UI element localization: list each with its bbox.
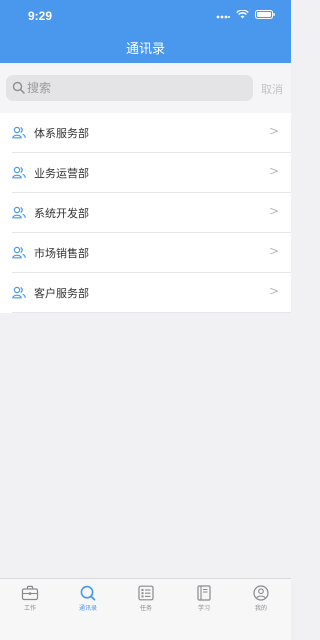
status-bar: 9:29 — [0, 0, 291, 32]
tab-work[interactable]: 工作 — [1, 585, 59, 612]
department-label: 系统开发部 — [34, 207, 89, 220]
cancel-button[interactable]: 取消 — [261, 81, 283, 97]
chevron-right-icon: > — [268, 284, 279, 298]
tab-label: 我的 — [254, 605, 267, 612]
group-icon — [12, 166, 26, 179]
tab-label: 任务 — [139, 605, 152, 612]
group-icon — [12, 126, 26, 139]
signal-icon — [216, 15, 230, 19]
status-icons — [216, 10, 275, 19]
profile-icon — [253, 585, 269, 601]
divider — [12, 312, 291, 313]
tab-contacts[interactable]: 通讯录 — [59, 585, 117, 612]
tab-tasks[interactable]: 任务 — [117, 585, 175, 612]
group-icon — [12, 286, 26, 299]
search-icon — [80, 585, 96, 601]
tab-label: 通讯录 — [78, 605, 97, 612]
chevron-right-icon: > — [268, 244, 279, 258]
department-label: 业务运营部 — [34, 167, 89, 180]
group-icon — [12, 206, 26, 219]
tab-bar: 工作 通讯录 任务 学习 我的 — [0, 578, 291, 640]
list-item-kehu[interactable]: 客户服务部 > — [0, 273, 291, 313]
department-list: 体系服务部 > 业务运营部 > 系统开发部 > 市场销售部 > 客户服务部 > — [0, 113, 291, 313]
search-icon — [12, 81, 25, 94]
search-area: 取消 — [0, 63, 291, 113]
chevron-right-icon: > — [268, 164, 279, 178]
tab-label: 工作 — [23, 605, 36, 612]
book-icon — [197, 585, 211, 601]
list-item-tixi[interactable]: 体系服务部 > — [0, 113, 291, 153]
tab-label: 学习 — [197, 605, 210, 612]
list-item-xitong[interactable]: 系统开发部 > — [0, 193, 291, 233]
group-icon — [12, 246, 26, 259]
tab-profile[interactable]: 我的 — [232, 585, 290, 612]
wifi-icon — [236, 10, 249, 19]
department-label: 客户服务部 — [34, 287, 89, 300]
department-label: 体系服务部 — [34, 127, 89, 140]
task-list-icon — [138, 585, 154, 601]
list-item-yewu[interactable]: 业务运营部 > — [0, 153, 291, 193]
search-input[interactable] — [27, 78, 242, 98]
list-item-shichang[interactable]: 市场销售部 > — [0, 233, 291, 273]
chevron-right-icon: > — [268, 124, 279, 138]
header-bar: 9:29 通讯录 — [0, 0, 291, 63]
briefcase-icon — [21, 585, 39, 601]
search-box[interactable] — [6, 75, 253, 101]
tab-learn[interactable]: 学习 — [175, 585, 233, 612]
page-title: 通讯录 — [125, 42, 165, 57]
chevron-right-icon: > — [268, 204, 279, 218]
department-label: 市场销售部 — [34, 247, 89, 260]
status-time: 9:29 — [28, 9, 53, 23]
battery-icon — [255, 10, 275, 19]
